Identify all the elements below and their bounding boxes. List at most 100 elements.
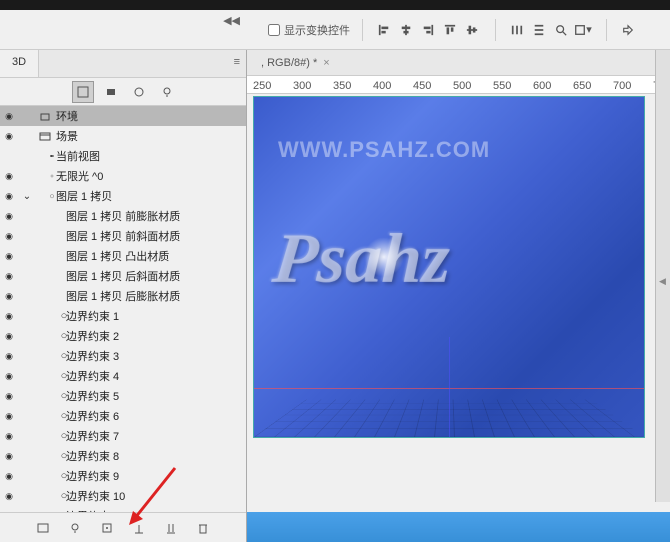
constraint-icon: ○ bbox=[36, 430, 64, 442]
eye-icon[interactable] bbox=[5, 430, 13, 442]
3d-text-object[interactable]: Psahz bbox=[274, 217, 624, 397]
tree-row-environment[interactable]: 环境 bbox=[0, 106, 246, 126]
tree-label: 场景 bbox=[54, 128, 78, 144]
tree-row-current-view[interactable]: 当前视图 bbox=[0, 146, 246, 166]
watermark-text: WWW.PSAHZ.COM bbox=[278, 137, 490, 163]
3d-tree[interactable]: 环境 场景 当前视图 无限光 ^0 ⌄ bbox=[0, 106, 246, 512]
share-button[interactable] bbox=[617, 19, 639, 41]
align-top-button[interactable] bbox=[439, 19, 461, 41]
tree-label: 当前视图 bbox=[54, 148, 100, 164]
material-icon bbox=[36, 230, 64, 242]
tree-label: 边界约束 10 bbox=[64, 488, 125, 504]
render-button[interactable] bbox=[34, 519, 52, 537]
ruler-tick: 500 bbox=[453, 80, 471, 92]
duplicate-button[interactable] bbox=[162, 519, 180, 537]
collapse-icon[interactable]: ◀◀ bbox=[223, 14, 240, 27]
eye-icon[interactable] bbox=[5, 370, 13, 382]
zoom-icon[interactable] bbox=[550, 19, 572, 41]
eye-icon[interactable] bbox=[5, 250, 13, 262]
eye-icon[interactable] bbox=[5, 410, 13, 422]
tree-row-constraint[interactable]: ○边界约束 5 bbox=[0, 386, 246, 406]
collapse-toggle[interactable]: ⌄ bbox=[18, 191, 36, 202]
add-button[interactable] bbox=[130, 519, 148, 537]
filter-material-button[interactable] bbox=[128, 81, 150, 103]
ruler-tick: 650 bbox=[573, 80, 591, 92]
tree-row-constraint[interactable]: ○边界约束 1 bbox=[0, 306, 246, 326]
tree-label: 边界约束 1 bbox=[64, 308, 119, 324]
align-left-button[interactable] bbox=[373, 19, 395, 41]
new-mesh-button[interactable] bbox=[98, 519, 116, 537]
material-icon bbox=[36, 210, 64, 222]
delete-button[interactable] bbox=[194, 519, 212, 537]
eye-icon[interactable] bbox=[5, 290, 13, 302]
ruler-tick: 300 bbox=[293, 80, 311, 92]
eye-icon[interactable] bbox=[5, 490, 13, 502]
constraint-icon: ○ bbox=[36, 490, 64, 502]
3d-mode-button[interactable]: ▾ bbox=[572, 19, 594, 41]
tree-row-infinite-light[interactable]: 无限光 ^0 bbox=[0, 166, 246, 186]
right-panel-collapsed[interactable]: ◀ bbox=[655, 50, 670, 502]
eye-icon[interactable] bbox=[5, 450, 13, 462]
new-light-button[interactable] bbox=[66, 519, 84, 537]
tree-row-material[interactable]: 图层 1 拷贝 后斜面材质 bbox=[0, 266, 246, 286]
filter-mesh-button[interactable] bbox=[100, 81, 122, 103]
tree-row-constraint[interactable]: ○边界约束 4 bbox=[0, 366, 246, 386]
tree-row-material[interactable]: 图层 1 拷贝 前斜面材质 bbox=[0, 226, 246, 246]
material-icon bbox=[36, 290, 64, 302]
align-center-h-button[interactable] bbox=[395, 19, 417, 41]
canvas[interactable]: WWW.PSAHZ.COM Psahz bbox=[253, 96, 645, 438]
tab-3d[interactable]: 3D bbox=[0, 50, 39, 77]
ruler-tick: 450 bbox=[413, 80, 431, 92]
eye-icon[interactable] bbox=[5, 130, 13, 142]
tree-label: 环境 bbox=[54, 108, 78, 124]
close-tab-icon[interactable]: × bbox=[323, 57, 329, 69]
eye-icon[interactable] bbox=[5, 110, 13, 122]
tree-row-material[interactable]: 图层 1 拷贝 凸出材质 bbox=[0, 246, 246, 266]
align-middle-button[interactable] bbox=[461, 19, 483, 41]
eye-icon[interactable] bbox=[5, 170, 13, 182]
filter-scene-button[interactable] bbox=[72, 81, 94, 103]
eye-icon[interactable] bbox=[5, 350, 13, 362]
constraint-icon: ○ bbox=[36, 470, 64, 482]
tree-row-constraint[interactable]: ○边界约束 3 bbox=[0, 346, 246, 366]
document-tab[interactable]: , RGB/8#) * × bbox=[253, 53, 338, 73]
eye-icon[interactable] bbox=[5, 470, 13, 482]
tree-row-constraint[interactable]: ○边界约束 10 bbox=[0, 486, 246, 506]
tree-row-scene[interactable]: 场景 bbox=[0, 126, 246, 146]
eye-icon[interactable] bbox=[5, 270, 13, 282]
tree-row-constraint[interactable]: ○边界约束 6 bbox=[0, 406, 246, 426]
tree-row-material[interactable]: 图层 1 拷贝 前膨胀材质 bbox=[0, 206, 246, 226]
tree-label: 图层 1 拷贝 bbox=[54, 188, 112, 204]
tree-label: 边界约束 8 bbox=[64, 448, 119, 464]
document-tab-label: , RGB/8#) * bbox=[261, 57, 317, 69]
tree-label: 边界约束 5 bbox=[64, 388, 119, 404]
show-transform-checkbox[interactable]: 显示变换控件 bbox=[268, 22, 350, 38]
options-bar: ◀◀ 显示变换控件 ▾ bbox=[0, 10, 670, 50]
filter-light-button[interactable] bbox=[156, 81, 178, 103]
expand-handle-icon[interactable]: ◀ bbox=[659, 276, 666, 287]
panel-menu-icon[interactable]: ≡ bbox=[228, 50, 246, 77]
eye-icon[interactable] bbox=[5, 190, 13, 202]
tree-row-constraint[interactable]: ○边界约束 9 bbox=[0, 466, 246, 486]
eye-icon[interactable] bbox=[5, 310, 13, 322]
tree-row-material[interactable]: 图层 1 拷贝 后膨胀材质 bbox=[0, 286, 246, 306]
material-icon bbox=[36, 250, 64, 262]
distribute-h-button[interactable] bbox=[506, 19, 528, 41]
align-right-button[interactable] bbox=[417, 19, 439, 41]
eye-icon[interactable] bbox=[5, 210, 13, 222]
taskbar bbox=[247, 512, 670, 542]
eye-icon[interactable] bbox=[5, 390, 13, 402]
distribute-v-button[interactable] bbox=[528, 19, 550, 41]
tree-row-constraint[interactable]: ○边界约束 8 bbox=[0, 446, 246, 466]
constraint-icon: ○ bbox=[36, 410, 64, 422]
eye-icon[interactable] bbox=[5, 330, 13, 342]
tree-label: 图层 1 拷贝 前斜面材质 bbox=[64, 228, 180, 244]
tree-row-constraint[interactable]: ○边界约束 2 bbox=[0, 326, 246, 346]
show-transform-label: 显示变换控件 bbox=[284, 22, 350, 38]
tree-row-constraint[interactable]: ○边界约束 7 bbox=[0, 426, 246, 446]
eye-icon[interactable] bbox=[5, 230, 13, 242]
tree-row-layer-copy[interactable]: ⌄ 图层 1 拷贝 bbox=[0, 186, 246, 206]
environment-icon bbox=[36, 110, 54, 122]
tree-label: 无限光 ^0 bbox=[54, 168, 103, 184]
ruler-horizontal[interactable]: 2503003504004505005506006507007 bbox=[247, 76, 670, 94]
